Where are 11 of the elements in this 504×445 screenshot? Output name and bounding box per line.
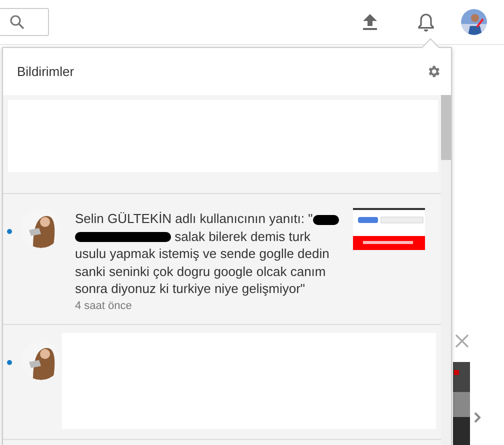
search-icon (9, 14, 25, 30)
panel-title: Bildirimler (17, 64, 74, 79)
close-icon[interactable] (455, 334, 469, 348)
search-field[interactable] (0, 8, 49, 36)
settings-icon[interactable] (426, 64, 441, 79)
upload-icon (362, 13, 378, 31)
bell-icon (417, 12, 435, 32)
chevron-right-icon[interactable] (474, 412, 481, 423)
scrollbar[interactable] (441, 95, 451, 445)
notification-time: 4 saat önce (75, 300, 133, 312)
notification-text: Selin GÜLTEKİN adlı kullanıcının yanıtı: " salak bilerek demis turk usulu yapmak istemiş ve sende goglle dedin sanki seninki çok dogru google olcak canım sonra diyonuz ki turkiye niye gelişmiyor" (75, 210, 345, 298)
